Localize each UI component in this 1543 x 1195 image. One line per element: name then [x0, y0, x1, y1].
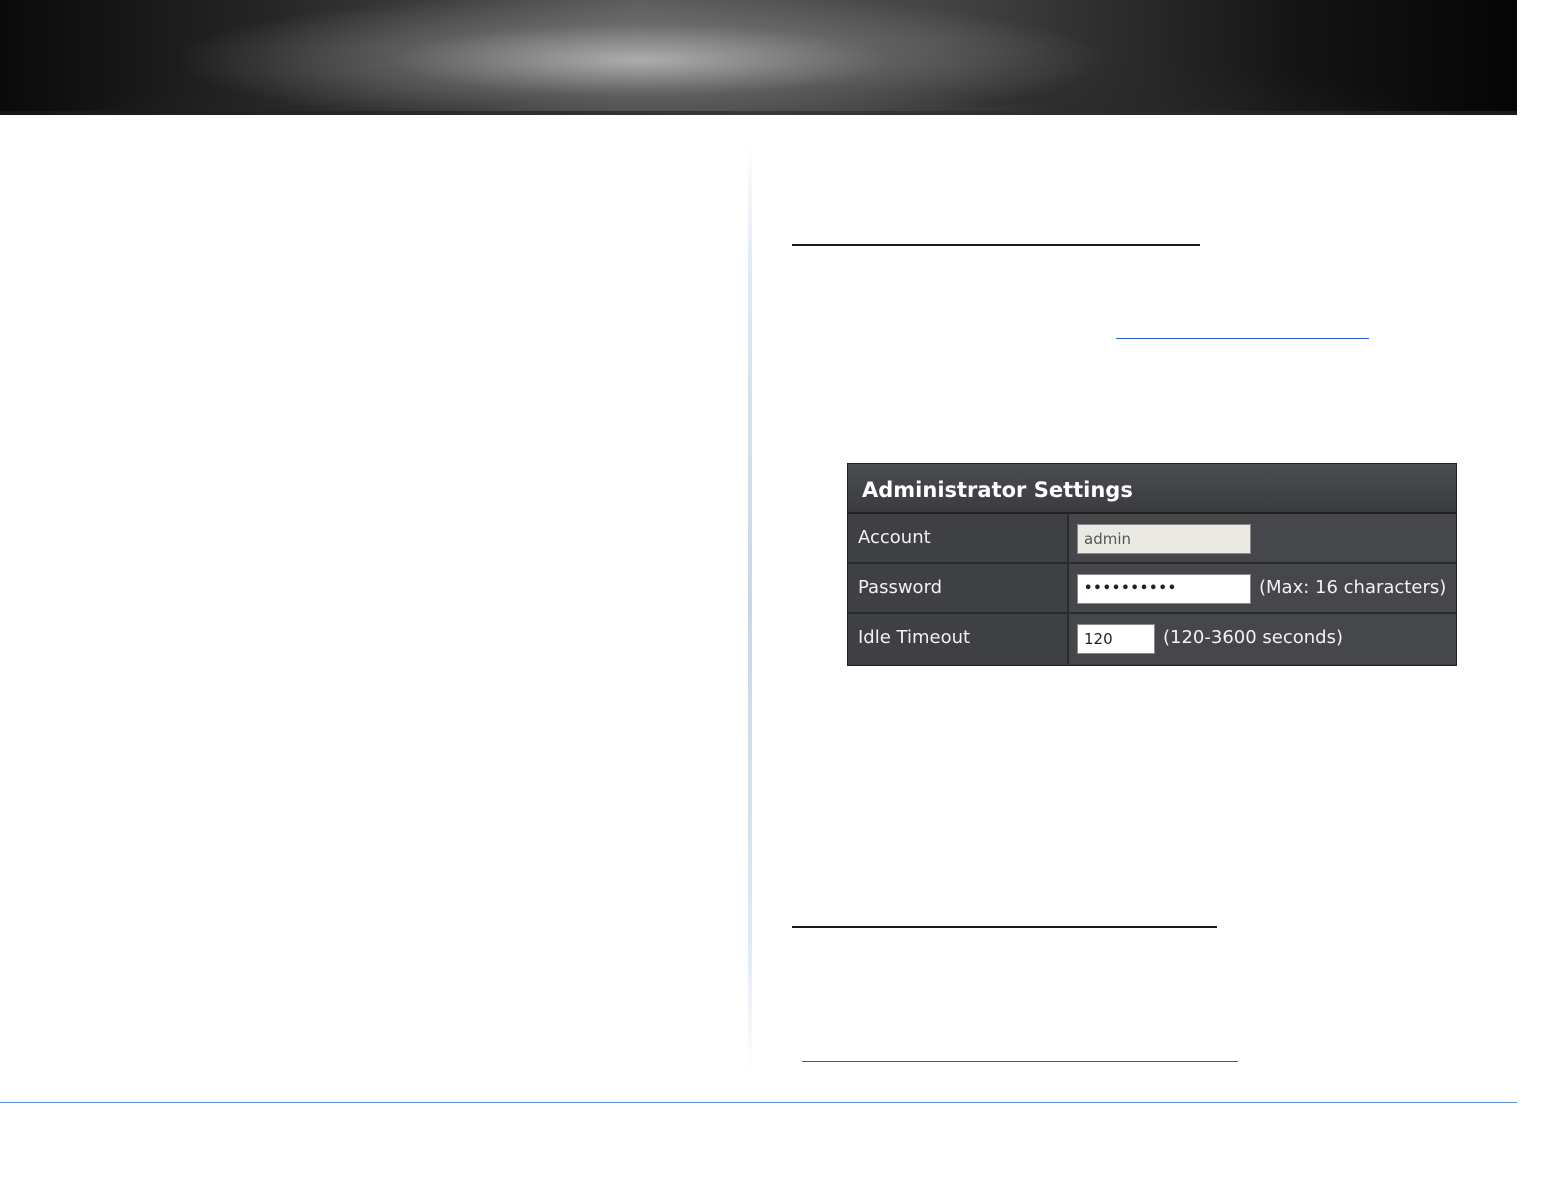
hyperlink-underline[interactable] [802, 1061, 1238, 1062]
account-row: Account admin [848, 514, 1456, 564]
column-divider [748, 140, 752, 1075]
idle-timeout-row: Idle Timeout 120 (120-3600 seconds) [848, 614, 1456, 664]
idle-timeout-label: Idle Timeout [848, 614, 1069, 664]
header-banner [0, 0, 1517, 115]
password-field[interactable]: •••••••••• [1077, 574, 1251, 604]
idle-timeout-hint: (120-3600 seconds) [1163, 627, 1343, 648]
footer-rule [0, 1102, 1517, 1103]
section-heading-underline [792, 926, 1217, 928]
password-hint: (Max: 16 characters) [1259, 577, 1447, 598]
account-field: admin [1077, 524, 1251, 554]
account-value-cell: admin [1069, 514, 1456, 562]
hyperlink-underline[interactable] [1116, 338, 1369, 339]
panel-title: Administrator Settings [848, 464, 1456, 514]
password-label: Password [848, 564, 1069, 612]
idle-timeout-field[interactable]: 120 [1077, 624, 1155, 654]
account-label: Account [848, 514, 1069, 562]
password-value-cell: •••••••••• (Max: 16 characters) [1069, 564, 1456, 612]
administrator-settings-panel: Administrator Settings Account admin Pas… [847, 463, 1457, 666]
password-row: Password •••••••••• (Max: 16 characters) [848, 564, 1456, 614]
idle-timeout-value-cell: 120 (120-3600 seconds) [1069, 614, 1456, 664]
section-heading-underline [792, 244, 1200, 246]
